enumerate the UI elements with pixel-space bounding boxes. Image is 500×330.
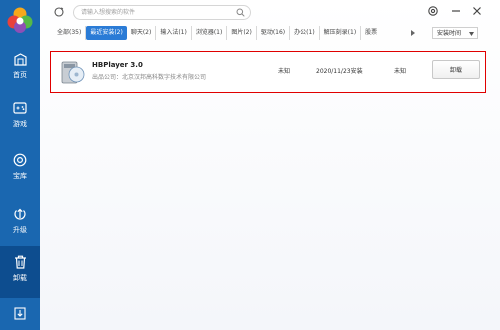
search-icon[interactable] xyxy=(236,8,245,17)
upgrade-icon xyxy=(14,208,26,220)
sidebar-item-label: 宝库 xyxy=(13,172,27,180)
app-publisher: 出品公司：北京汉邦高科数字技术有限公司 xyxy=(92,74,207,81)
app-list-item: HBPlayer 3.0 出品公司：北京汉邦高科数字技术有限公司 未知 2020… xyxy=(50,51,486,93)
gamepad-icon xyxy=(13,102,27,114)
usage-frequency: 未知 xyxy=(394,68,407,75)
search-box xyxy=(73,5,251,20)
tab-driver[interactable]: 驱动(16) xyxy=(257,26,291,40)
sidebar-item-label: 卸载 xyxy=(13,274,27,282)
tab-chat[interactable]: 聊天(2) xyxy=(127,26,157,40)
category-tabs: 全部(35) 最近安装(2) 聊天(2) 输入法(1) 浏览器(1) 图片(2)… xyxy=(54,26,381,40)
tabs-scroll-right-icon[interactable] xyxy=(409,29,417,37)
sidebar-item-label: 游戏 xyxy=(13,120,27,128)
treasure-icon xyxy=(13,153,27,167)
search-input[interactable] xyxy=(81,6,231,19)
sort-label: 安装时间 xyxy=(437,30,462,37)
sidebar-item-upgrade[interactable]: 升级 xyxy=(0,198,40,250)
sidebar-item-home[interactable]: 首页 xyxy=(0,44,40,96)
close-icon[interactable] xyxy=(471,5,483,17)
sidebar-item-uninstall[interactable]: 卸载 xyxy=(0,246,40,298)
sidebar-item-label: 首页 xyxy=(13,71,27,79)
trash-icon xyxy=(14,255,26,269)
tab-office[interactable]: 办公(1) xyxy=(290,26,320,40)
chevron-down-icon xyxy=(469,32,474,36)
top-bar xyxy=(40,0,500,24)
download-icon xyxy=(14,307,26,320)
sidebar-item-games[interactable]: 游戏 xyxy=(0,93,40,145)
install-date: 2020/11/23安装 xyxy=(316,68,363,75)
tab-unzip-burn[interactable]: 解压刻录(1) xyxy=(320,26,362,40)
sort-dropdown[interactable]: 安装时间 xyxy=(432,27,478,39)
tab-browser[interactable]: 浏览器(1) xyxy=(192,26,228,40)
download-manager-button[interactable] xyxy=(0,300,40,330)
settings-icon[interactable] xyxy=(427,5,439,17)
sidebar: 首页 游戏 宝库 升级 卸载 xyxy=(0,0,40,330)
minimize-icon[interactable] xyxy=(450,5,462,17)
refresh-icon[interactable] xyxy=(53,6,65,18)
app-logo-icon xyxy=(7,7,33,33)
app-icon xyxy=(61,61,85,84)
uninstall-button[interactable]: 卸载 xyxy=(432,60,480,79)
tab-recently-installed[interactable]: 最近安装(2) xyxy=(86,26,127,40)
home-icon xyxy=(13,53,27,66)
tab-input-method[interactable]: 输入法(1) xyxy=(156,26,192,40)
app-size: 未知 xyxy=(278,68,291,75)
tab-stocks[interactable]: 股票 xyxy=(361,26,381,40)
sidebar-item-label: 升级 xyxy=(13,226,27,234)
sidebar-item-treasure[interactable]: 宝库 xyxy=(0,144,40,196)
tab-image[interactable]: 图片(2) xyxy=(227,26,257,40)
app-name: HBPlayer 3.0 xyxy=(92,61,143,69)
main-panel: 全部(35) 最近安装(2) 聊天(2) 输入法(1) 浏览器(1) 图片(2)… xyxy=(40,0,500,330)
tab-all[interactable]: 全部(35) xyxy=(54,26,87,40)
